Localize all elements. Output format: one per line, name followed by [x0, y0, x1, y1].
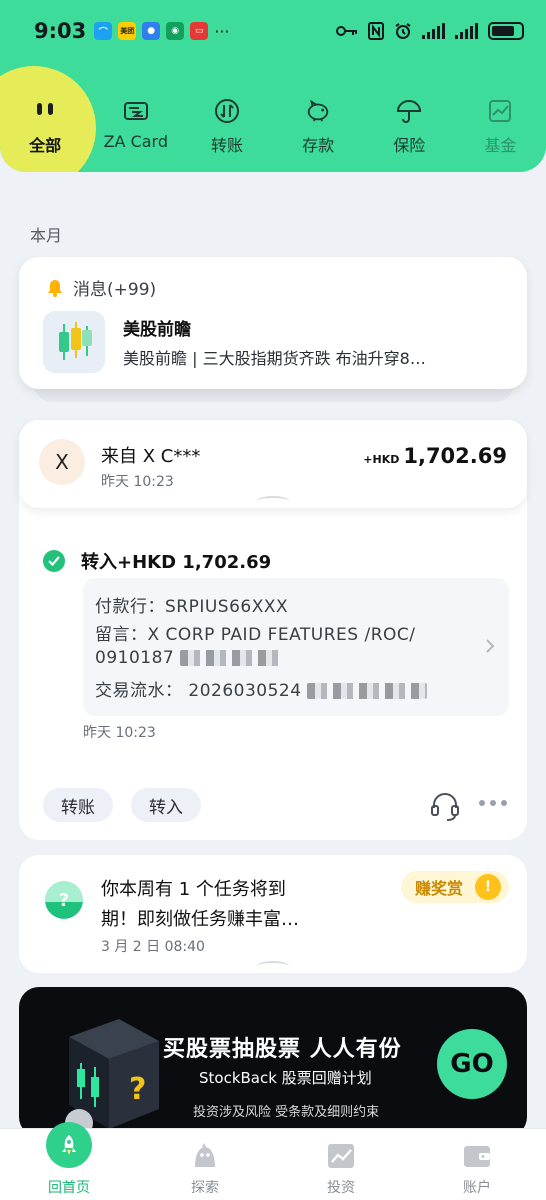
- invest-chart-icon: [326, 1141, 356, 1171]
- nav-tab-deposit[interactable]: 存款: [273, 62, 364, 172]
- nfc-icon: [368, 22, 384, 40]
- reward-badge[interactable]: 赚奖赏 !: [400, 871, 509, 903]
- nav-tab-all[interactable]: 全部: [0, 62, 90, 172]
- rocket-icon[interactable]: [46, 1122, 92, 1168]
- transaction-time: 昨天 10:23: [101, 474, 174, 490]
- task-date: 3 月 2 日 08:40: [101, 939, 205, 955]
- more-options-icon[interactable]: [479, 800, 507, 806]
- promo-banner[interactable]: ? 买股票抽股票 人人有份 StockBack 股票回赠计划 投资涉及风险 受条…: [19, 987, 527, 1137]
- transaction-currency: +HKD: [363, 453, 400, 466]
- task-card[interactable]: ? 你本周有 1 个任务将到 期！即刻做任务赚丰富… 3 月 2 日 08:40…: [19, 855, 527, 973]
- cube-illustration-icon: ?: [65, 1019, 159, 1137]
- umbrella-icon: [396, 98, 422, 124]
- banner-title: 买股票抽股票 人人有份: [163, 1037, 402, 1062]
- coin-icon: !: [475, 874, 501, 900]
- transaction-status-text: 转入+HKD 1,702.69: [81, 552, 272, 573]
- reference-line: 交易流水： 2026030524: [95, 676, 497, 704]
- tab-explore[interactable]: 探索: [165, 1141, 245, 1197]
- transaction-from: 来自 X C***: [101, 446, 201, 467]
- tab-explore-label: 探索: [191, 1180, 219, 1196]
- signal-2-icon: [455, 23, 478, 39]
- payer-bank-line: 付款行：SRPIUS66XXX: [95, 597, 289, 617]
- signal-icon: [422, 23, 445, 39]
- banner-subtitle: StockBack 股票回赠计划: [199, 1069, 372, 1087]
- message-count-label: 消息(+99): [73, 280, 157, 300]
- task-line-1: 你本周有 1 个任务将到: [101, 879, 286, 900]
- nav-label-transfer: 转账: [210, 136, 243, 155]
- transaction-detail-box[interactable]: 付款行：SRPIUS66XXX 留言：X CORP PAID FEATURES …: [83, 578, 509, 716]
- section-label-month: 本月: [30, 226, 63, 245]
- tab-invest-label: 投资: [327, 1180, 355, 1196]
- chat-app-icon: ⌒: [94, 22, 113, 40]
- check-icon: [43, 550, 65, 572]
- memo-continued-line: 0910187: [95, 648, 497, 676]
- status-bar: 9:03 ⌒ 美团 ● ◉ ▭ ···: [0, 0, 546, 62]
- transaction-summary[interactable]: X 来自 X C*** 昨天 10:23 +HKD 1,702.69: [19, 420, 527, 508]
- explore-icon: [190, 1141, 220, 1171]
- banner-disclaimer: 投资涉及风险 受条款及细则约束: [193, 1105, 380, 1120]
- transaction-status: 转入+HKD 1,702.69: [43, 548, 271, 574]
- key-icon: [336, 26, 357, 36]
- candlestick-logo-icon: [43, 311, 105, 373]
- card-icon: [123, 98, 149, 124]
- tag-transfer[interactable]: 转账: [43, 788, 113, 822]
- top-category-nav: 全部 ZA Card 转账 存款 保险 基金: [0, 62, 546, 172]
- message-app-icon: ●: [142, 22, 161, 40]
- avatar: X: [39, 439, 85, 485]
- tab-account[interactable]: 账户: [437, 1141, 517, 1197]
- wallet-icon: [462, 1141, 492, 1171]
- nav-tab-insurance[interactable]: 保险: [364, 62, 455, 172]
- message-card[interactable]: 消息(+99) 美股前瞻 美股前瞻 | 三大股指期货齐跌 布油升穿8…: [19, 257, 527, 389]
- task-line-2: 期！即刻做任务赚丰富…: [101, 909, 299, 930]
- tag-incoming[interactable]: 转入: [131, 788, 201, 822]
- nav-label-deposit: 存款: [302, 136, 335, 155]
- bell-icon: [48, 279, 62, 297]
- nav-tab-transfer[interactable]: 转账: [181, 62, 272, 172]
- nav-label-za-card: ZA Card: [103, 132, 168, 151]
- transaction-amount: +HKD 1,702.69: [363, 444, 507, 468]
- tab-home-label: 回首页: [48, 1180, 90, 1196]
- battery-icon: [488, 22, 524, 40]
- chevron-right-icon: [486, 639, 495, 653]
- status-app-icons: ⌒ 美团 ● ◉ ▭ ···: [94, 21, 230, 41]
- nav-label-all: 全部: [29, 136, 62, 155]
- transfer-icon: [214, 98, 240, 124]
- message-header: 消息(+99): [45, 275, 156, 300]
- fund-chart-icon: [487, 98, 513, 124]
- nav-label-insurance: 保险: [393, 136, 426, 155]
- nav-tab-fund[interactable]: 基金: [455, 62, 546, 172]
- transaction-amount-value: 1,702.69: [403, 444, 507, 468]
- tab-account-label: 账户: [463, 1180, 491, 1196]
- status-time: 9:03: [34, 19, 87, 43]
- customer-service-icon[interactable]: [429, 790, 461, 822]
- nav-label-fund: 基金: [484, 136, 517, 155]
- question-icon: ?: [45, 881, 83, 919]
- redacted-blur: [307, 683, 428, 699]
- reward-label: 赚奖赏: [414, 879, 463, 898]
- tab-invest[interactable]: 投资: [301, 1141, 381, 1197]
- message-preview: 美股前瞻 | 三大股指期货齐跌 布油升穿8…: [123, 349, 426, 368]
- green-app-icon: ◉: [166, 22, 185, 40]
- message-title: 美股前瞻: [123, 320, 191, 340]
- more-notifications-icon: ···: [214, 21, 230, 41]
- go-button[interactable]: GO: [437, 1029, 507, 1099]
- collapse-handle[interactable]: [257, 961, 289, 971]
- redacted-blur: [180, 650, 281, 666]
- nav-tab-za-card[interactable]: ZA Card: [90, 62, 181, 172]
- red-app-icon: ▭: [190, 22, 209, 40]
- face-icon: [32, 98, 58, 124]
- task-text: 你本周有 1 个任务将到 期！即刻做任务赚丰富…: [101, 875, 333, 935]
- piggy-bank-icon: [305, 98, 331, 124]
- alarm-icon: [395, 23, 411, 39]
- collapse-handle[interactable]: [257, 496, 289, 506]
- memo-line: 留言：X CORP PAID FEATURES /ROC/: [95, 625, 416, 645]
- svg-text:?: ?: [129, 1072, 146, 1107]
- detail-time: 昨天 10:23: [83, 725, 156, 741]
- transaction-card: X 来自 X C*** 昨天 10:23 +HKD 1,702.69 转入+HK…: [19, 420, 527, 840]
- meituan-app-icon: 美团: [118, 22, 137, 40]
